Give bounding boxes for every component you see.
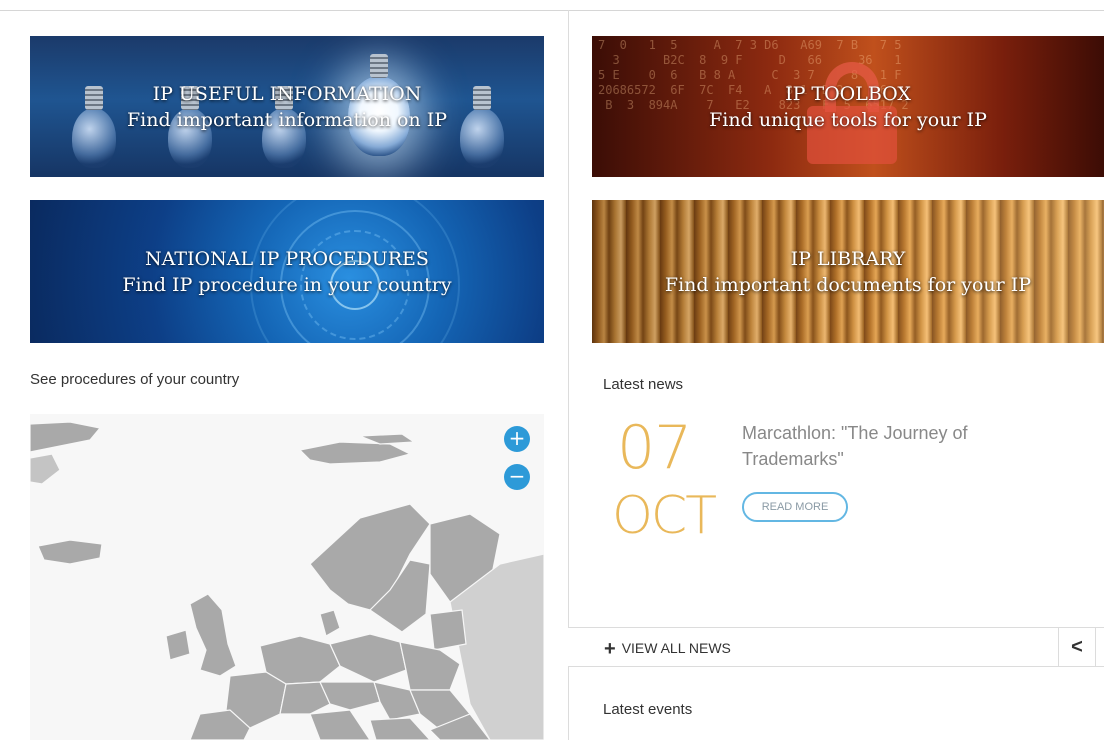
banner-ip-toolbox[interactable]: 7 0 1 5 A 7 3 D6 A69 7 B 7 5 3 B2C 8 9 F…	[592, 36, 1104, 177]
map-region	[309, 709, 371, 740]
zoom-out-button[interactable]: −	[504, 464, 530, 490]
top-divider	[0, 10, 1104, 11]
bulb-icon	[72, 86, 116, 168]
banner-title: IP TOOLBOX	[785, 82, 911, 105]
banner-ip-library[interactable]: IP LIBRARY Find important documents for …	[592, 200, 1104, 343]
news-date-month: OCT	[612, 486, 717, 546]
latest-events-heading: Latest events	[603, 701, 693, 718]
banner-national-ip-procedures[interactable]: NATIONAL IP PROCEDURES Find IP procedure…	[30, 200, 544, 343]
banner-title: IP LIBRARY	[790, 247, 906, 270]
chevron-left-icon[interactable]: <	[1058, 628, 1096, 666]
banner-title: NATIONAL IP PROCEDURES	[145, 247, 429, 270]
banner-ip-useful-information[interactable]: IP USEFUL INFORMATION Find important inf…	[30, 36, 544, 177]
map-region	[319, 681, 381, 711]
banner-subtitle: Find unique tools for your IP	[709, 108, 987, 131]
latest-news-heading: Latest news	[603, 376, 684, 393]
map-region	[189, 593, 237, 677]
news-date-day: 07	[617, 413, 692, 483]
read-more-button[interactable]: READ MORE	[742, 492, 848, 522]
banner-subtitle: Find important information on IP	[127, 108, 447, 131]
banner-subtitle: Find important documents for your IP	[664, 273, 1032, 296]
bulb-icon	[460, 86, 504, 168]
map-svg	[30, 421, 544, 740]
map-region	[319, 609, 341, 637]
zoom-in-button[interactable]: +	[504, 426, 530, 452]
map-region	[359, 433, 416, 445]
view-all-news-label: VIEW ALL NEWS	[621, 640, 731, 656]
banner-subtitle: Find IP procedure in your country	[122, 273, 452, 296]
map-region	[429, 609, 467, 651]
news-item-title[interactable]: Marcathlon: "The Journey of Trademarks"	[742, 420, 1062, 472]
map-region	[165, 629, 191, 661]
map-region	[30, 453, 61, 485]
europe-map[interactable]: + −	[30, 414, 544, 740]
plus-icon: +	[604, 638, 616, 660]
map-region	[399, 641, 461, 691]
banner-title: IP USEFUL INFORMATION	[152, 82, 422, 105]
map-caption: See procedures of your country	[30, 371, 240, 388]
view-all-news-link[interactable]: + VIEW ALL NEWS	[604, 638, 731, 661]
map-region	[298, 441, 412, 465]
map-region	[30, 421, 102, 453]
map-region	[369, 717, 431, 740]
news-navigation-bar: + VIEW ALL NEWS <	[568, 627, 1104, 667]
map-region	[37, 539, 103, 565]
map-region	[329, 633, 407, 683]
